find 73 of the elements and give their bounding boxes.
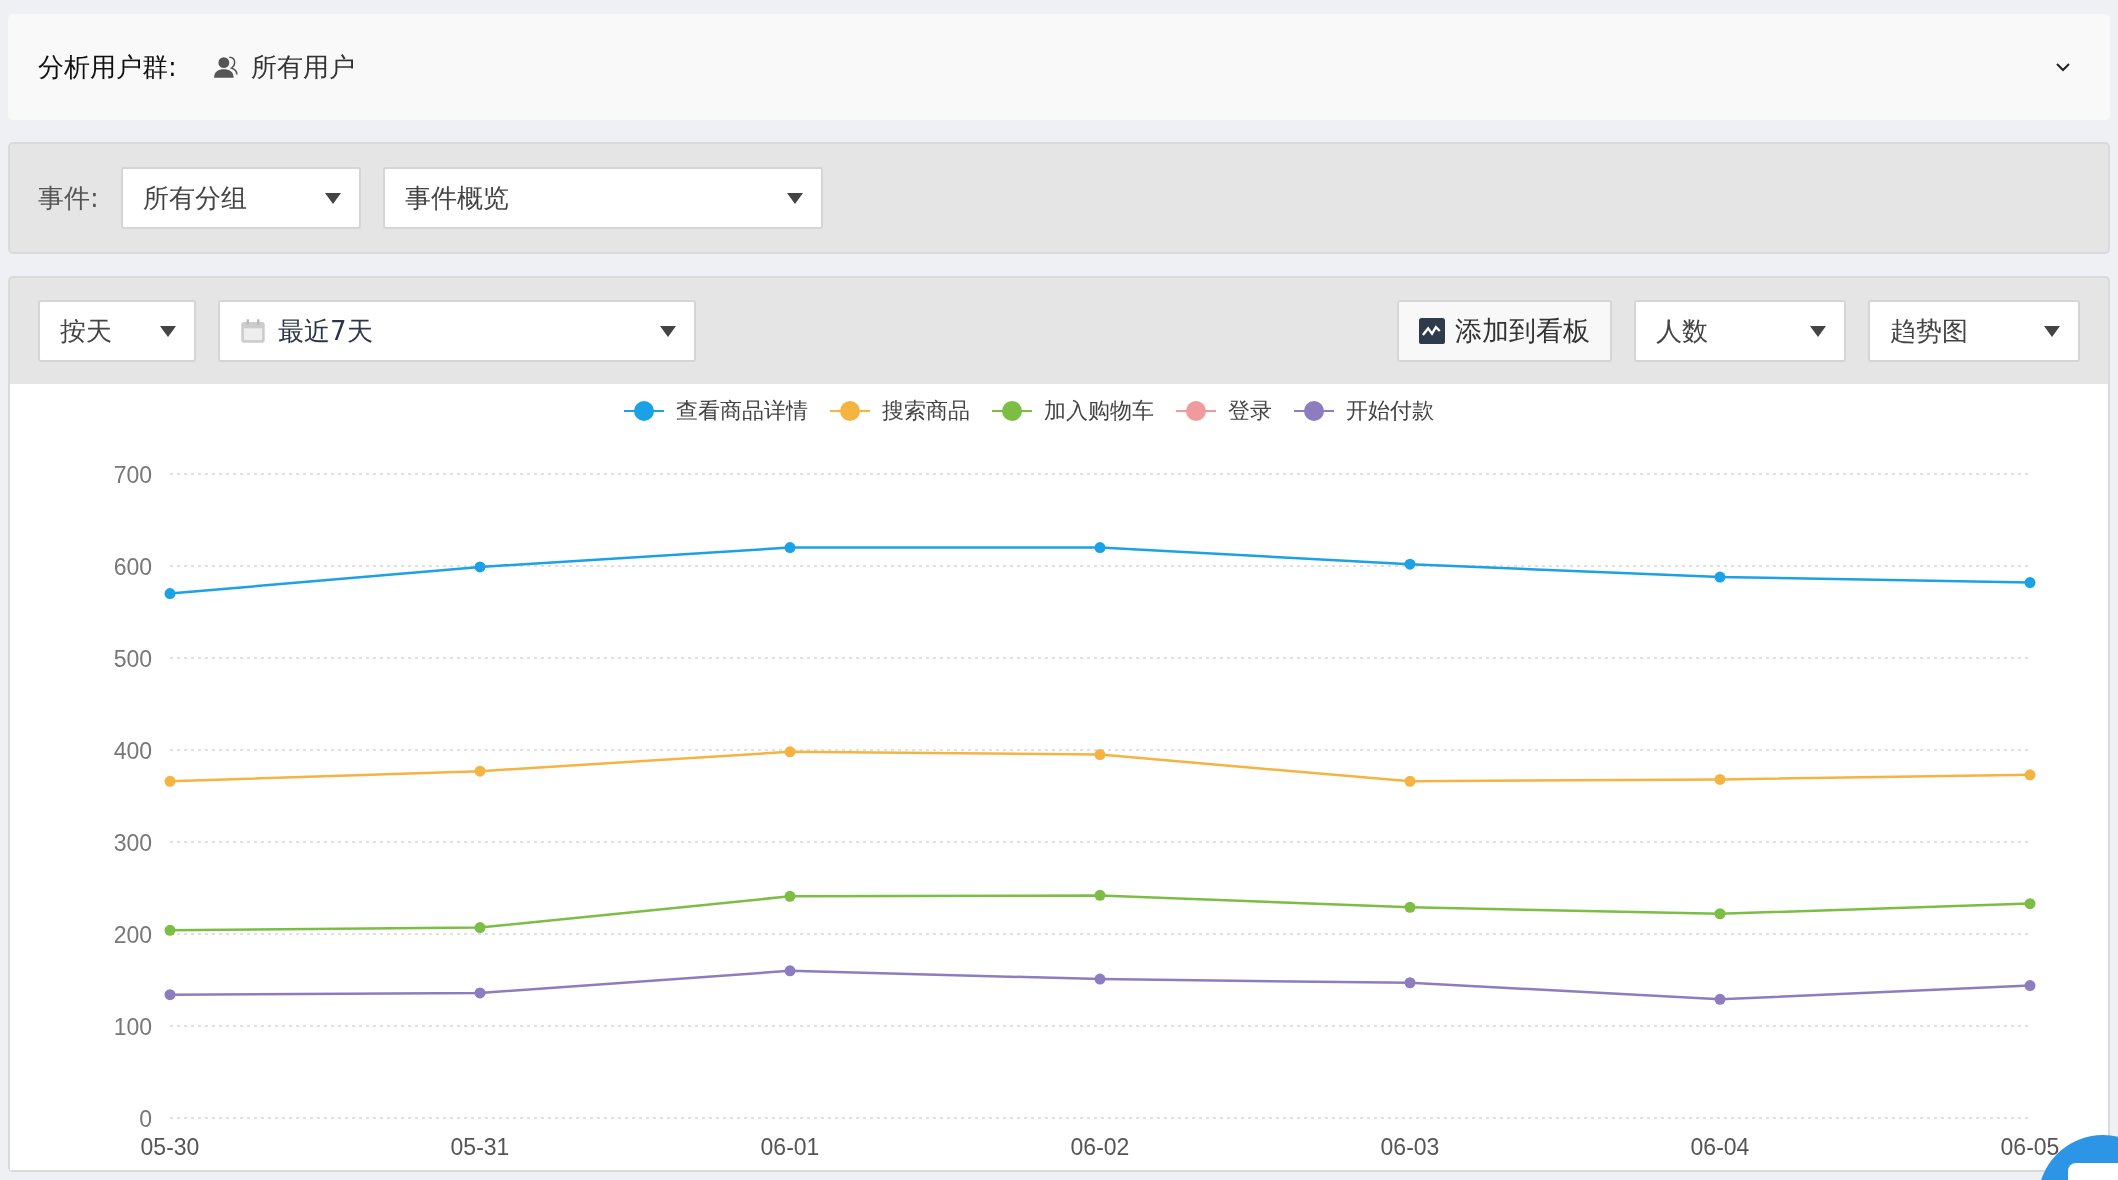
y-axis-label: 200 — [113, 922, 152, 948]
y-axis-label: 600 — [113, 554, 152, 580]
x-axis-label: 06-04 — [1690, 1134, 1750, 1160]
y-axis-label: 100 — [113, 1014, 152, 1040]
x-axis-label: 05-31 — [450, 1134, 510, 1160]
caret-icon — [324, 192, 341, 204]
caret-icon — [660, 325, 676, 337]
y-axis-label: 300 — [113, 830, 152, 856]
data-point — [784, 542, 796, 554]
user-group-label: 分析用户群: — [38, 50, 177, 84]
chart-type-select[interactable]: 趋势图 — [1868, 300, 2080, 362]
data-point — [164, 775, 176, 787]
x-axis-label: 06-01 — [760, 1134, 820, 1160]
data-point — [2024, 898, 2036, 910]
data-point — [1714, 773, 1726, 785]
data-point — [1094, 973, 1106, 985]
legend-item[interactable]: 开始付款 — [1294, 398, 1434, 424]
legend-item[interactable]: 加入购物车 — [992, 398, 1154, 424]
data-point — [164, 989, 176, 1001]
user-icon — [212, 54, 239, 80]
legend-label: 搜索商品 — [882, 397, 970, 425]
metric-select[interactable]: 人数 — [1634, 300, 1846, 362]
legend-label: 登录 — [1228, 397, 1272, 425]
data-point — [1404, 901, 1416, 913]
user-group-value[interactable]: 所有用户 — [250, 49, 355, 85]
caret-icon — [160, 325, 176, 337]
caret-icon — [786, 192, 803, 204]
x-axis-label: 06-03 — [1380, 1134, 1440, 1160]
x-axis-label: 05-30 — [140, 1134, 200, 1160]
data-point — [1404, 558, 1416, 570]
event-select[interactable]: 事件概览 — [382, 167, 823, 229]
data-point — [474, 765, 486, 777]
y-axis-label: 400 — [113, 738, 152, 764]
data-point — [2024, 980, 2036, 991]
data-point — [474, 987, 486, 999]
y-axis-label: 500 — [113, 646, 152, 672]
data-point — [474, 922, 486, 934]
legend-item[interactable]: 查看商品详情 — [624, 398, 808, 424]
caret-icon — [1810, 325, 1826, 337]
data-point — [1714, 571, 1726, 583]
data-point — [164, 588, 176, 600]
data-point — [474, 561, 486, 573]
data-point — [784, 746, 796, 758]
legend-label: 加入购物车 — [1044, 397, 1154, 425]
data-point — [784, 890, 796, 902]
data-point — [1094, 542, 1106, 554]
data-point — [784, 965, 796, 977]
chevron-down-icon[interactable] — [2056, 62, 2070, 72]
group-select[interactable]: 所有分组 — [120, 167, 361, 229]
granularity-select[interactable]: 按天 — [38, 300, 196, 362]
calendar-icon — [240, 318, 266, 344]
y-axis-label: 700 — [113, 462, 152, 488]
data-point — [2024, 577, 2036, 589]
data-point — [1714, 908, 1726, 920]
data-point — [1404, 977, 1416, 989]
x-axis-label: 06-02 — [1070, 1134, 1130, 1160]
data-point — [164, 924, 176, 936]
data-point — [1094, 749, 1106, 761]
date-range-select[interactable]: 最近7天 — [218, 300, 696, 362]
y-axis-label: 0 — [139, 1106, 152, 1132]
data-point — [1404, 775, 1416, 787]
legend-label: 开始付款 — [1346, 397, 1434, 425]
data-point — [1094, 889, 1106, 901]
caret-icon — [2044, 325, 2060, 337]
legend-label: 查看商品详情 — [676, 397, 808, 425]
x-axis-label: 06-05 — [2000, 1134, 2060, 1160]
add-to-dashboard-button[interactable]: 添加到看板 — [1397, 300, 1612, 362]
data-point — [2024, 769, 2036, 781]
legend-item[interactable]: 搜索商品 — [830, 398, 970, 424]
line-chart-icon — [1419, 318, 1445, 344]
event-label: 事件: — [38, 181, 99, 215]
data-point — [1714, 993, 1726, 1005]
legend-item[interactable]: 登录 — [1176, 398, 1272, 424]
